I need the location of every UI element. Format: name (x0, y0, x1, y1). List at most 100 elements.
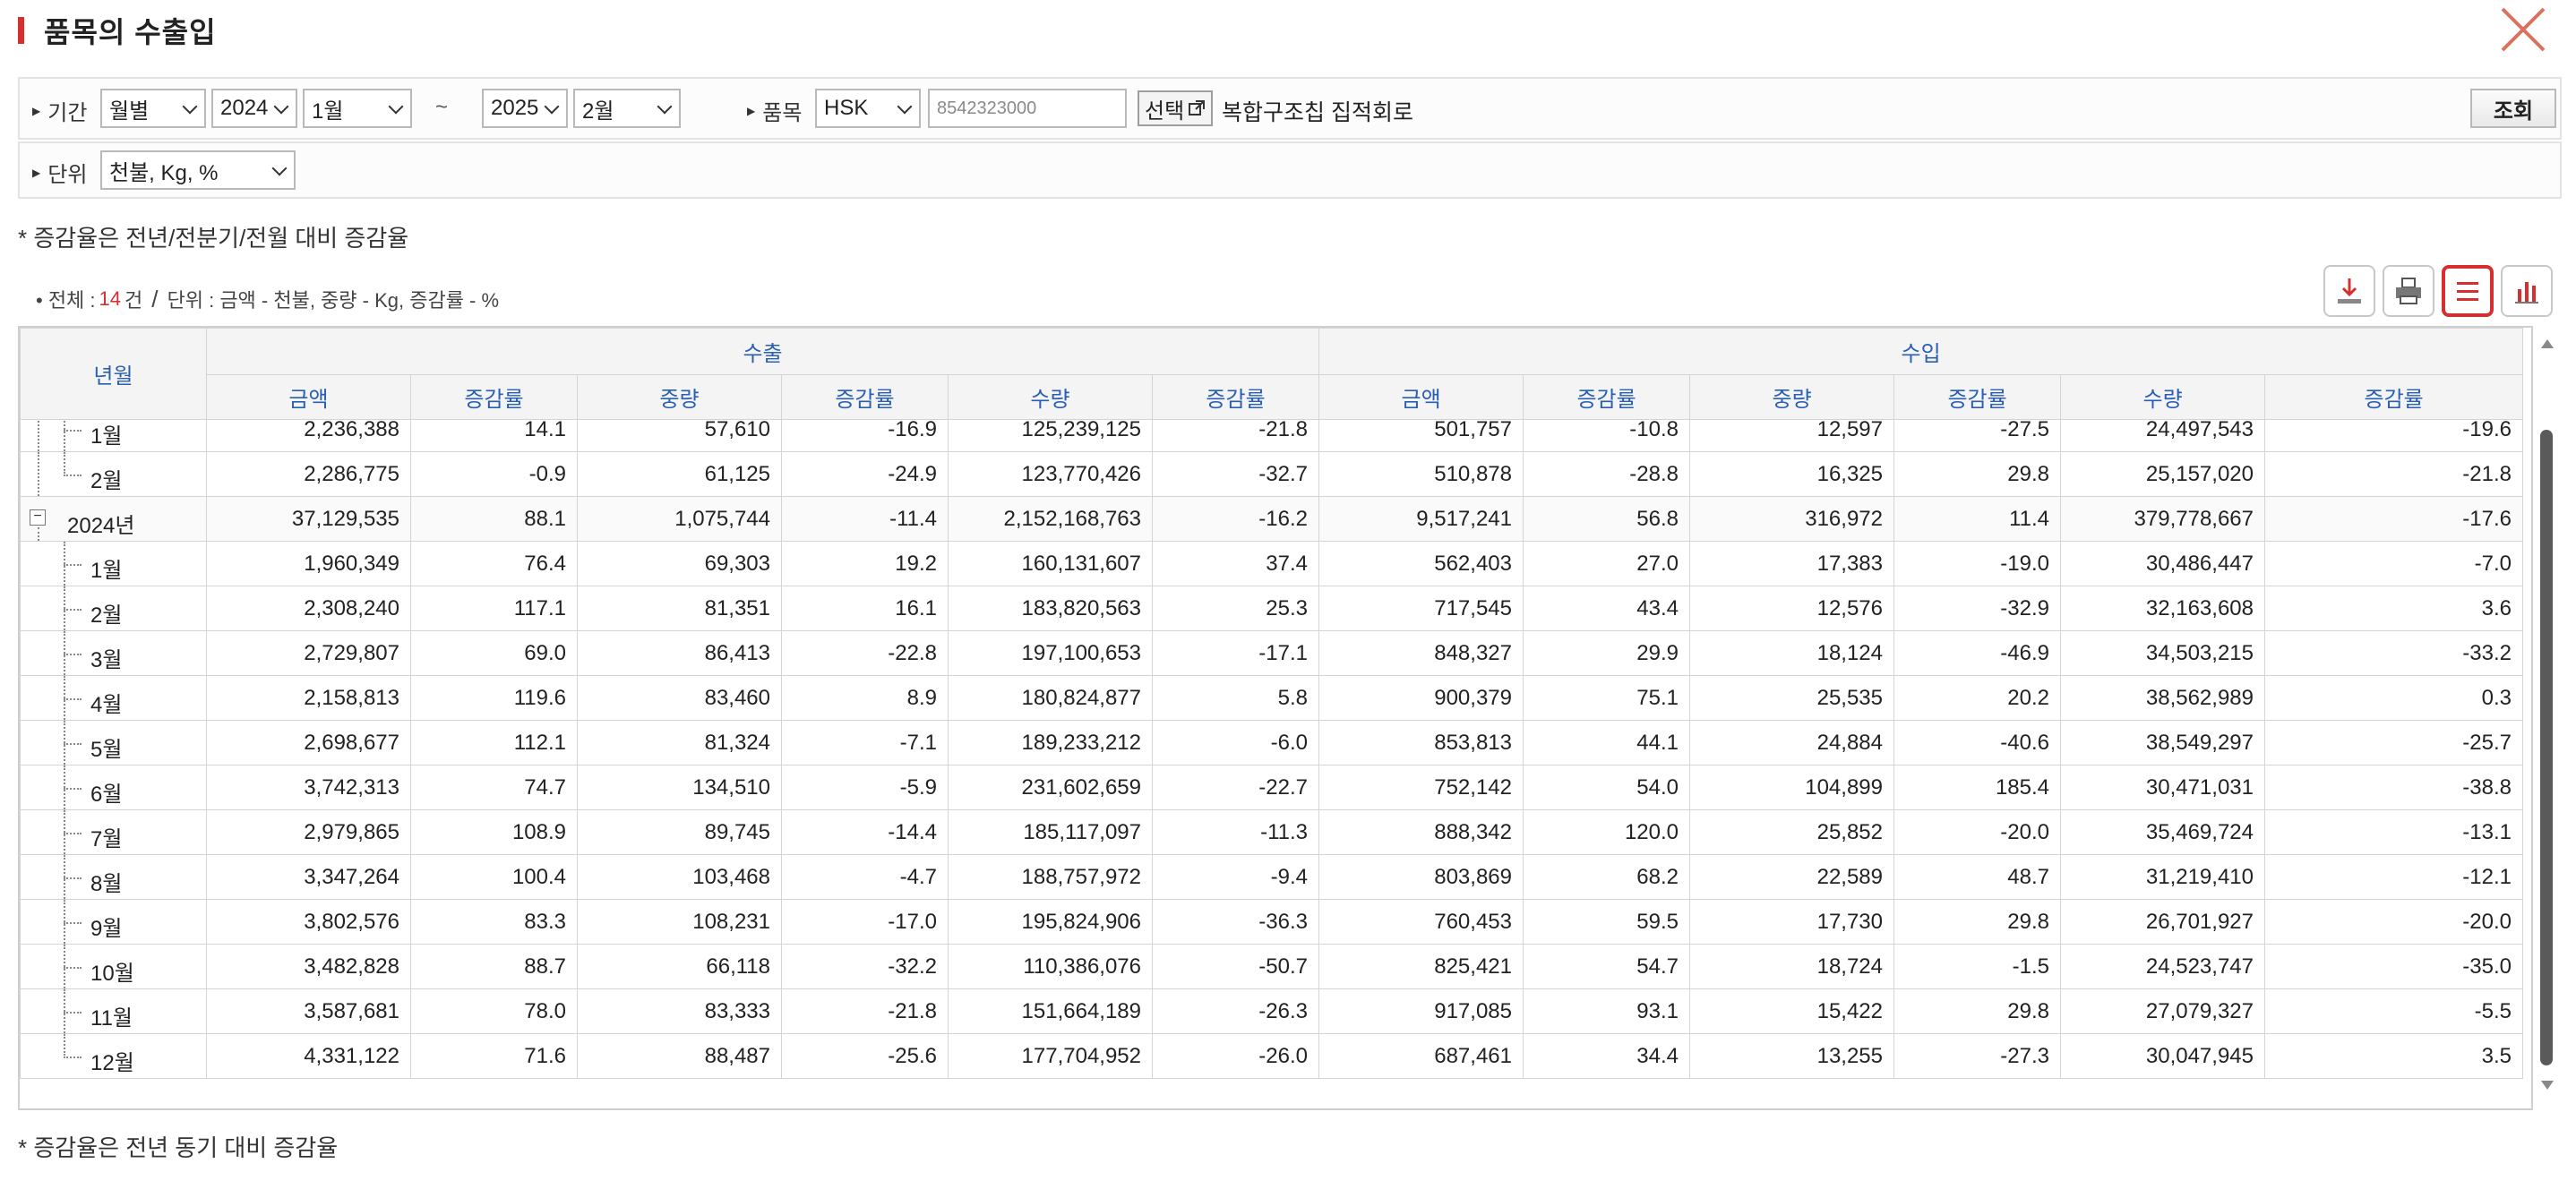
col-header[interactable]: 수량 (948, 374, 1153, 420)
col-header[interactable]: 증감률 (410, 374, 578, 420)
collapse-minus-icon[interactable]: − (30, 509, 46, 526)
scroll-up-icon[interactable] (2540, 338, 2555, 349)
month-row[interactable]: 2월 2,308,240 117.1 81,351 16.1 183,820,563 25.… (20, 586, 2523, 631)
row-label: 5월 (90, 738, 123, 762)
unit-select[interactable]: 천불, Kg, % (100, 150, 296, 190)
year-row[interactable]: − 2024년 37,129,535 88.1 1,075,744 -11.4 2,152,… (20, 496, 2523, 542)
month-row[interactable]: 12월 4,331,122 71.6 88,487 -25.6 177,704,952 -2… (20, 1033, 2523, 1079)
month-row[interactable]: 6월 3,742,313 74.7 134,510 -5.9 231,602,659 -22… (20, 765, 2523, 810)
item-code-input[interactable]: 8542323000 (928, 89, 1127, 128)
chevron-down-icon (544, 98, 560, 115)
tree-line (64, 1056, 82, 1058)
page: 품목의 수출입 ▶ 기간 월별 2024 1월 ~ 2025 2월 ▶ 품목 H… (0, 0, 2576, 1189)
item-code-type-select[interactable]: HSK (815, 89, 921, 128)
month-row[interactable]: 1월 1,960,349 76.4 69,303 19.2 160,131,607 37.4… (20, 541, 2523, 586)
data-cell: 34,503,215 (2060, 630, 2265, 676)
data-cell: 2,286,775 (206, 451, 411, 497)
data-cell: 185.4 (1893, 765, 2061, 810)
period-label: ▶ 기간 (32, 101, 88, 125)
chevron-down-icon (388, 98, 404, 115)
rate-note-top: * 증감율은 전년/전분기/전월 대비 증감율 (18, 225, 409, 252)
select-item-button[interactable]: 선택 (1138, 90, 1214, 126)
data-cell: -14.4 (781, 809, 949, 855)
data-cell: -38.8 (2264, 765, 2523, 810)
tree-line (64, 654, 82, 655)
data-cell: 38,549,297 (2060, 720, 2265, 766)
data-cell: -28.8 (1523, 451, 1690, 497)
data-cell: -12.1 (2264, 854, 2523, 900)
month-row[interactable]: 10월 3,482,828 88.7 66,118 -32.2 110,386,076 -5… (20, 944, 2523, 989)
month-row[interactable]: 3월 2,729,807 69.0 86,413 -22.8 197,100,653 -17… (20, 630, 2523, 676)
page-title: 품목의 수출입 (44, 16, 217, 48)
month-row[interactable]: 11월 3,587,681 78.0 83,333 -21.8 151,664,189 -2… (20, 988, 2523, 1034)
col-header[interactable]: 증감률 (2264, 374, 2524, 420)
period-type-select[interactable]: 월별 (100, 89, 206, 128)
row-label: 9월 (90, 917, 123, 941)
row-label: 11월 (90, 1006, 133, 1031)
month-row[interactable]: 8월 3,347,264 100.4 103,468 -4.7 188,757,972 -9… (20, 854, 2523, 900)
row-label-cell: 3월 (20, 630, 207, 676)
month-row[interactable]: 9월 3,802,576 83.3 108,231 -17.0 195,824,906 -3… (20, 899, 2523, 945)
vertical-scrollbar[interactable] (2515, 329, 2540, 1110)
data-cell: 562,403 (1318, 541, 1524, 586)
col-header-period[interactable]: 년월 (20, 328, 207, 420)
data-cell: -24.9 (781, 451, 949, 497)
data-cell: 5.8 (1152, 675, 1319, 721)
data-cell: 75.1 (1523, 675, 1690, 721)
end-year-select[interactable]: 2025 (482, 89, 568, 128)
scroll-down-icon[interactable] (2540, 1080, 2555, 1091)
data-cell: -17.6 (2264, 496, 2523, 542)
data-cell: 81,324 (577, 720, 782, 766)
bar-chart-icon (2515, 282, 2538, 304)
col-header[interactable]: 증감률 (781, 374, 949, 420)
tree-line (64, 430, 82, 432)
data-cell: 183,820,563 (948, 586, 1153, 631)
chevron-down-icon (182, 98, 198, 115)
data-cell: -26.3 (1152, 988, 1319, 1034)
col-header[interactable]: 수량 (2060, 374, 2266, 420)
data-cell: -26.0 (1152, 1033, 1319, 1079)
search-button[interactable]: 조회 (2470, 89, 2556, 128)
end-month-select[interactable]: 2월 (573, 89, 681, 128)
data-cell: -33.2 (2264, 630, 2523, 676)
col-header[interactable]: 중량 (1689, 374, 1895, 420)
data-cell: 752,142 (1318, 765, 1524, 810)
col-header[interactable]: 금액 (206, 374, 411, 420)
download-button[interactable] (2323, 265, 2375, 317)
data-cell: -11.4 (781, 496, 949, 542)
print-button[interactable] (2383, 265, 2434, 317)
tree-line (64, 452, 65, 474)
data-cell: -32.7 (1152, 451, 1319, 497)
scrollbar-thumb[interactable] (2540, 430, 2553, 1065)
col-header[interactable]: 중량 (577, 374, 782, 420)
data-cell: 104,899 (1689, 765, 1894, 810)
group-header-export: 수출 (205, 328, 1320, 375)
data-cell: 9,517,241 (1318, 496, 1524, 542)
data-cell: 316,972 (1689, 496, 1894, 542)
month-row[interactable]: 2월 2,286,775 -0.9 61,125 -24.9 123,770,426 -32… (20, 451, 2523, 497)
close-button[interactable] (2495, 2, 2551, 57)
data-cell: 0.3 (2264, 675, 2523, 721)
col-header[interactable]: 증감률 (1893, 374, 2062, 420)
data-cell: 120.0 (1523, 809, 1690, 855)
row-label: 10월 (90, 962, 134, 986)
row-label-cell: 6월 (20, 765, 207, 810)
month-row[interactable]: 7월 2,979,865 108.9 89,745 -14.4 185,117,097 -1… (20, 809, 2523, 855)
data-cell: 4,331,122 (206, 1033, 411, 1079)
col-header[interactable]: 금액 (1318, 374, 1524, 420)
tree-line (64, 1012, 82, 1014)
chart-view-button[interactable] (2501, 265, 2553, 317)
data-cell: 117.1 (410, 586, 578, 631)
start-year-select[interactable]: 2024 (211, 89, 297, 128)
data-cell: 379,778,667 (2060, 496, 2265, 542)
col-header[interactable]: 증감률 (1523, 374, 1691, 420)
data-cell: -20.0 (1893, 809, 2061, 855)
row-label-cell: 11월 (20, 988, 207, 1034)
col-header[interactable]: 증감률 (1151, 374, 1320, 420)
month-row[interactable]: 5월 2,698,677 112.1 81,324 -7.1 189,233,212 -6.… (20, 720, 2523, 766)
list-view-button[interactable] (2442, 265, 2494, 317)
data-cell: 188,757,972 (948, 854, 1153, 900)
month-row[interactable]: 4월 2,158,813 119.6 83,460 8.9 180,824,877 5.8 9… (20, 675, 2523, 721)
start-month-select[interactable]: 1월 (303, 89, 412, 128)
data-cell: 3.5 (2264, 1033, 2523, 1079)
